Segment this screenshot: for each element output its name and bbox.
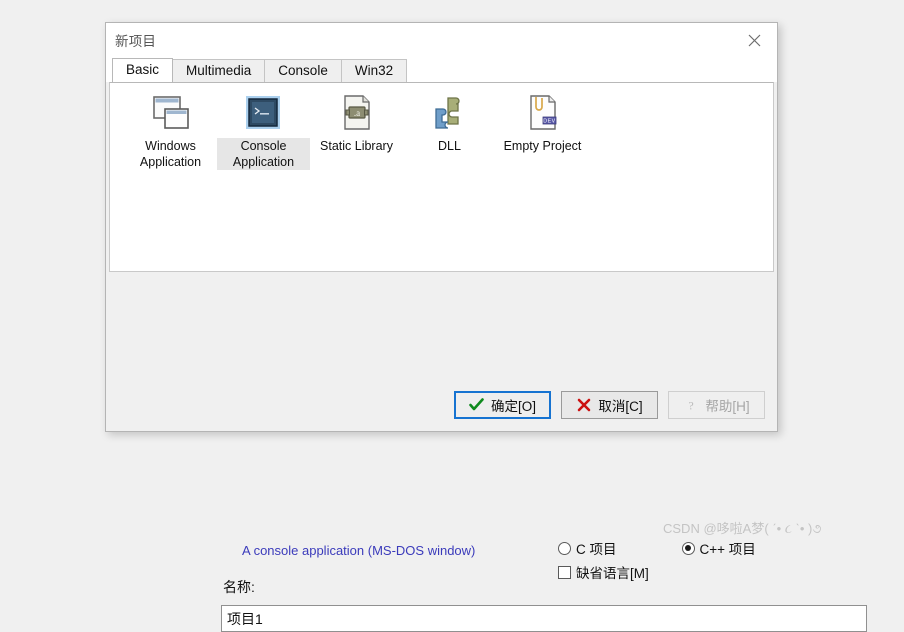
static-library-icon: .a [336, 93, 378, 133]
project-name-input[interactable] [221, 605, 867, 632]
svg-text:?: ? [688, 399, 693, 413]
new-project-dialog: 新项目 Basic Multimedia Console Win32 Windo… [105, 22, 867, 632]
dialog-button-row: 确定[O] 取消[C] ? 帮助[H] [454, 391, 765, 419]
ok-button[interactable]: 确定[O] [454, 391, 551, 419]
project-type-panel: Windows Application Console Application [109, 82, 774, 272]
project-type-console-application[interactable]: Console Application [217, 93, 310, 170]
check-icon [469, 398, 484, 413]
tabstrip: Basic Multimedia Console Win32 [106, 57, 777, 82]
radio-checked-icon [681, 541, 695, 555]
language-options: C 项目 C++ 项目 缺省语言[M] [558, 536, 858, 584]
radio-unchecked-icon [558, 541, 571, 555]
project-type-dll[interactable]: DLL [403, 93, 496, 170]
ok-button-label: 确定[O] [490, 399, 536, 414]
project-type-static-library[interactable]: .a Static Library [310, 93, 403, 170]
dll-icon [429, 93, 471, 133]
project-type-empty-project[interactable]: DEV Empty Project [496, 93, 589, 170]
cancel-button-label: 取消[C] [598, 399, 643, 414]
tab-multimedia[interactable]: Multimedia [172, 59, 266, 82]
tab-win32[interactable]: Win32 [340, 59, 408, 82]
default-language-row: 缺省语言[M] [558, 560, 858, 584]
radio-c-project-label: C 项目 [576, 542, 617, 557]
svg-text:.a: .a [353, 108, 359, 118]
dialog-title: 新项目 [115, 34, 157, 49]
project-description: A console application (MS-DOS window) [242, 543, 476, 558]
tab-basic[interactable]: Basic [112, 58, 174, 82]
language-radio-row: C 项目 C++ 项目 [558, 536, 858, 560]
radio-c-project[interactable]: C 项目 [558, 538, 617, 558]
cancel-button[interactable]: 取消[C] [561, 391, 658, 419]
project-type-label: Static Library [320, 139, 393, 153]
dialog-lower-section: A console application (MS-DOS window) C … [106, 272, 867, 632]
question-icon: ? [683, 398, 698, 413]
checkbox-default-language-label: 缺省语言[M] [576, 566, 649, 581]
dialog-titlebar: 新项目 [106, 23, 777, 57]
radio-cpp-project-label: C++ 项目 [699, 542, 756, 557]
checkbox-unchecked-icon [558, 565, 571, 579]
project-type-grid: Windows Application Console Application [110, 83, 773, 170]
project-type-label: DLL [438, 139, 461, 153]
name-field-label: 名称: [223, 579, 255, 595]
close-icon[interactable] [732, 23, 777, 57]
project-type-label: Windows Application [139, 139, 202, 169]
help-button-label: 帮助[H] [705, 399, 750, 414]
project-type-windows-application[interactable]: Windows Application [124, 93, 217, 170]
project-type-label: Console Application [217, 138, 310, 170]
help-button[interactable]: ? 帮助[H] [668, 391, 765, 419]
project-type-label: Empty Project [503, 139, 582, 153]
csdn-watermark: CSDN @哆啦A梦( ˊ• ૮ ˋ• )૭ [663, 521, 822, 536]
svg-text:DEV: DEV [543, 119, 555, 125]
console-application-icon [243, 93, 285, 133]
tab-console[interactable]: Console [264, 59, 342, 82]
radio-cpp-project[interactable]: C++ 项目 [681, 538, 756, 558]
empty-project-icon: DEV [522, 93, 564, 133]
cross-icon [576, 398, 591, 413]
windows-application-icon [150, 93, 192, 133]
checkbox-default-language[interactable]: 缺省语言[M] [558, 562, 649, 582]
